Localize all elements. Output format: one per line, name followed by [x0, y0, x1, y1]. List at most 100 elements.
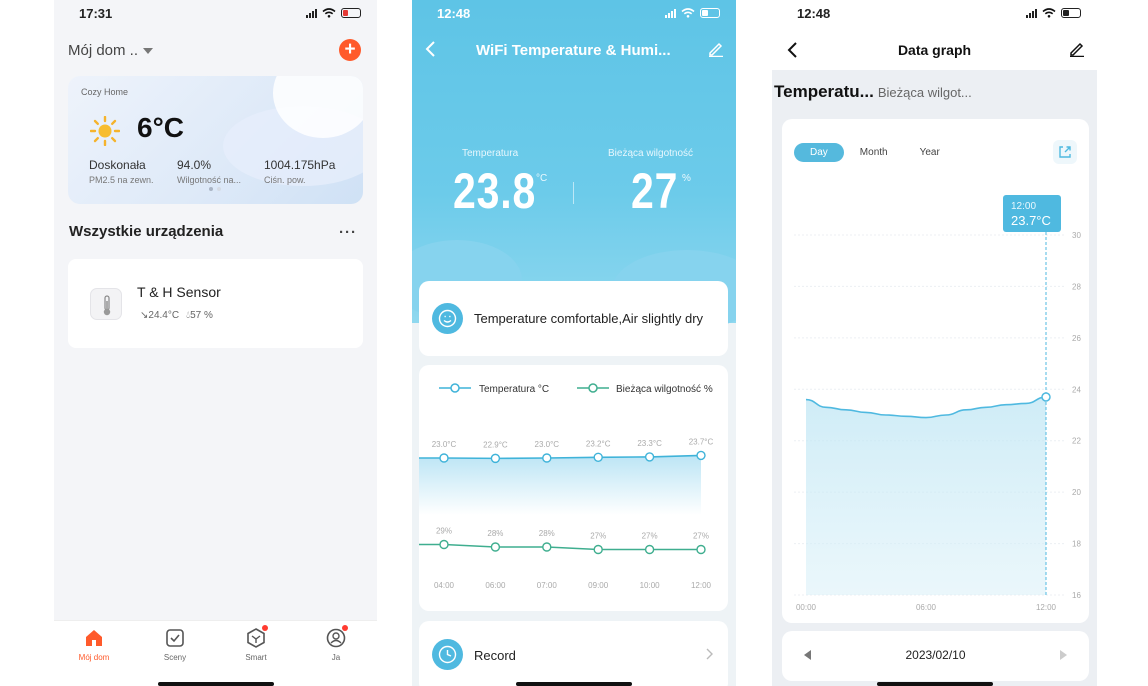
add-device-button[interactable]: + [339, 39, 361, 61]
device-screen: 12:48 WiFi Temperature & Humi... Tempera… [412, 0, 736, 686]
highlight-point [1041, 392, 1051, 402]
data-label: 23.0°C [535, 440, 560, 449]
clock-icon [432, 639, 463, 670]
humidity-point [593, 544, 603, 555]
device-card[interactable]: T & H Sensor ↘24.4°C 💧︎57 % [68, 259, 363, 348]
x-tick-label: 00:00 [796, 603, 817, 612]
x-tick-label: 07:00 [537, 581, 558, 590]
battery-icon [1061, 8, 1081, 18]
smiley-icon [432, 303, 463, 334]
home-selector[interactable]: Mój dom .. [68, 42, 154, 59]
tab-home[interactable]: Mój dom [64, 627, 124, 662]
chart-legend: Temperatura °C Bieżąca wilgotność % [439, 383, 713, 395]
tab-bar: Mój dom Sceny Smart Ja [54, 620, 377, 686]
x-tick-label: 06:00 [916, 603, 937, 612]
x-tick-label: 12:00 [691, 581, 712, 590]
date-navigator: 2023/02/10 [782, 631, 1089, 681]
tab-temperature[interactable]: Temperatu... [774, 82, 874, 101]
tab-scenes[interactable]: Sceny [145, 627, 205, 662]
home-icon [83, 627, 105, 649]
device-title: WiFi Temperature & Humi... [476, 42, 671, 59]
svg-text:12:00: 12:00 [1011, 201, 1036, 212]
smart-icon [245, 625, 268, 649]
chevron-right-icon [706, 648, 713, 660]
chevron-down-icon [143, 47, 154, 54]
data-label: 22.9°C [483, 440, 508, 449]
temperature-point [542, 453, 552, 463]
next-day-button[interactable] [1060, 650, 1067, 660]
y-tick-label: 30 [1072, 231, 1081, 240]
status-time: 17:31 [79, 6, 113, 21]
temperature-area [419, 455, 701, 515]
edit-icon[interactable] [708, 41, 724, 57]
x-tick-label: 12:00 [1036, 603, 1057, 612]
status-bar: 12:48 [412, 6, 736, 22]
scenes-icon [164, 627, 186, 649]
sun-icon [90, 116, 120, 146]
x-tick-label: 04:00 [434, 581, 455, 590]
header-divider [573, 182, 574, 204]
status-bar: 17:31 [54, 6, 377, 22]
y-tick-label: 22 [1072, 437, 1081, 446]
device-humidity: 💧︎57 % [186, 310, 213, 321]
page-title: Data graph [897, 42, 972, 58]
home-indicator [876, 682, 993, 686]
value-tooltip: 12:00 23.7°C [1003, 195, 1061, 232]
tab-humidity[interactable]: Bieżąca wilgot... [878, 85, 972, 100]
weather-stat-humidity: 94.0% Wilgotność na... [177, 158, 242, 185]
weather-temperature: 6°C [137, 112, 184, 143]
y-tick-label: 28 [1072, 282, 1081, 291]
y-tick-label: 26 [1072, 334, 1081, 343]
humidity-point [490, 542, 501, 552]
temperature-point [696, 450, 706, 461]
x-tick-label: 09:00 [588, 581, 609, 590]
comfort-text: Temperature comfortable,Air slightly dry [474, 311, 704, 326]
data-label: 28% [487, 529, 503, 538]
signal-icon [1026, 8, 1037, 18]
data-label: 23.2°C [586, 439, 611, 448]
temperature-label: Temperatura [462, 148, 519, 159]
temperature-point [439, 453, 449, 463]
x-tick-label: 10:00 [640, 581, 661, 590]
wifi-icon [322, 8, 336, 18]
comfort-card: Temperature comfortable,Air slightly dry [419, 281, 728, 356]
home-title: Mój dom .. [68, 42, 139, 59]
profile-icon [325, 625, 348, 649]
home-screen: 17:31 Mój dom .. + Cozy Home 6°C Doskona… [54, 0, 377, 686]
weather-card[interactable]: Cozy Home 6°C Doskonała PM2.5 na zewn. 9… [68, 76, 363, 204]
humidity-line [419, 543, 701, 551]
tab-smart[interactable]: Smart [226, 625, 286, 662]
record-row[interactable]: Record [419, 621, 728, 686]
humidity-point [696, 544, 706, 555]
edit-icon[interactable] [1069, 41, 1085, 57]
y-tick-label: 18 [1072, 540, 1081, 549]
battery-icon [700, 8, 720, 18]
history-chart-card[interactable]: Temperatura °C Bieżąca wilgotność % 23.0… [419, 365, 728, 611]
weather-stat-pressure: 1004.175hPa Ciśn. pow. [264, 158, 336, 185]
back-icon[interactable] [424, 40, 436, 58]
y-tick-label: 16 [1072, 591, 1081, 600]
data-label: 28% [539, 529, 555, 538]
tab-profile[interactable]: Ja [306, 625, 366, 662]
data-label: 29% [436, 527, 452, 536]
data-graph-screen: 12:48 Data graph Temperatu... Bieżąca wil… [772, 0, 1097, 686]
humidity-unit: % [682, 173, 691, 184]
weather-stat-pm25: Doskonała PM2.5 na zewn. [89, 158, 154, 185]
more-icon[interactable]: ··· [339, 224, 357, 241]
record-label: Record [474, 648, 516, 663]
x-tick-label: 06:00 [485, 581, 506, 590]
temperature-point [490, 453, 501, 464]
data-label: 27% [693, 532, 709, 541]
data-label: 27% [590, 532, 606, 541]
temperature-point [593, 452, 603, 462]
status-time: 12:48 [437, 6, 471, 21]
temperature-value: 23.8 [453, 163, 537, 219]
humidity-point [439, 539, 449, 550]
page-indicator [209, 187, 221, 191]
data-label: 23.7°C [689, 437, 714, 446]
temperature-graph[interactable]: 30 28 26 24 22 20 18 16 00:00 06:00 12:00 12:00 23… [782, 119, 1089, 623]
temperature-point [644, 452, 655, 462]
data-label: 27% [642, 532, 658, 541]
device-temperature: ↘24.4°C [140, 310, 180, 321]
legend-temperature: Temperatura °C [479, 384, 549, 395]
